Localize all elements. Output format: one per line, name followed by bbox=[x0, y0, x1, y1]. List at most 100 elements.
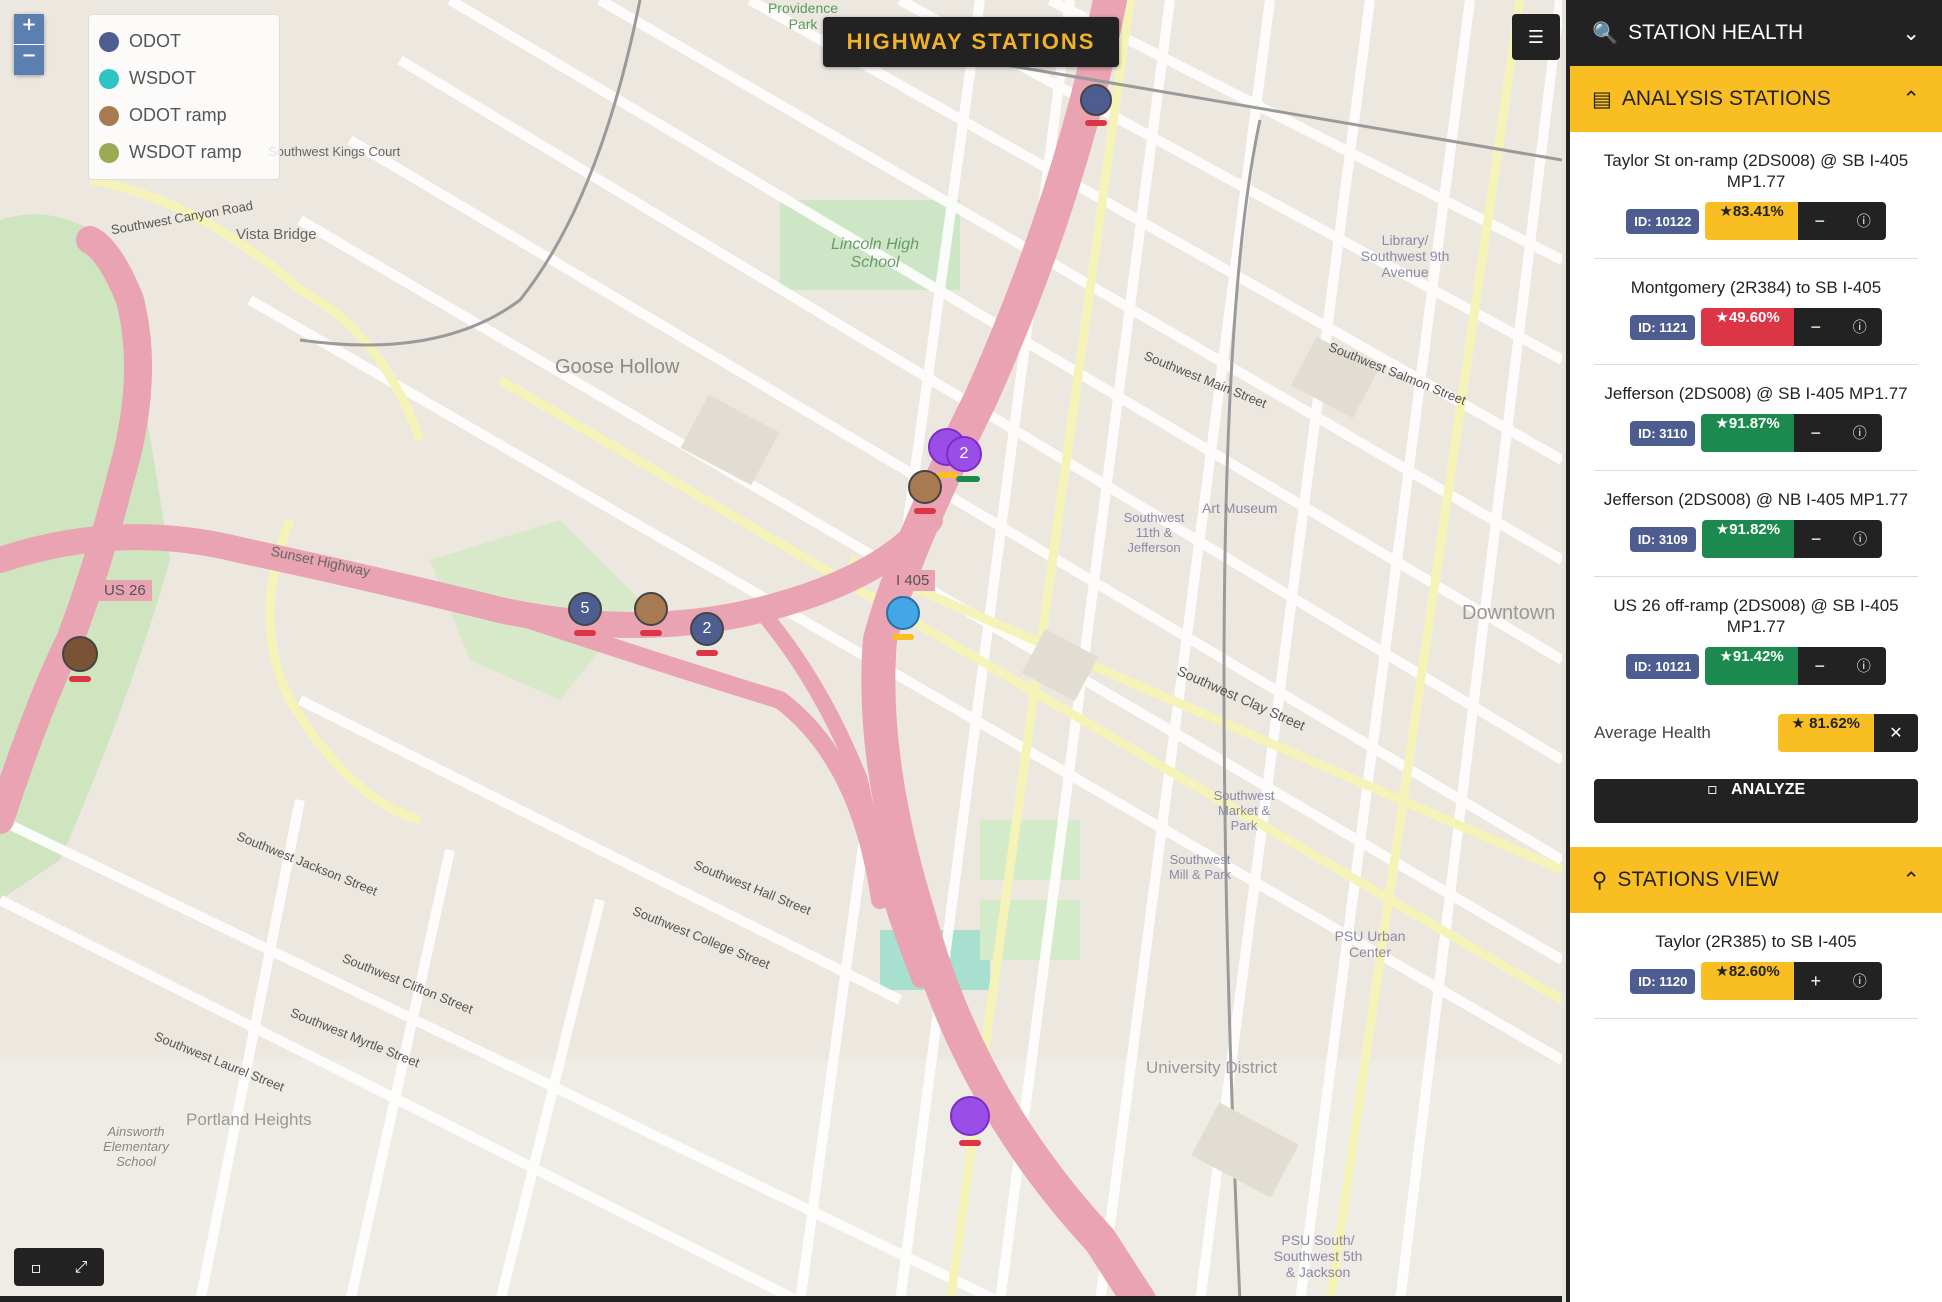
fullscreen-icon[interactable]: ⤢ bbox=[75, 1257, 88, 1277]
map-bottom-controls: ▫ ⤢ bbox=[14, 1248, 104, 1286]
legend-label: WSDOT bbox=[129, 68, 196, 88]
map-label-ainsworth: Ainsworth Elementary School bbox=[103, 1124, 169, 1169]
stations-view-header[interactable]: ⚲ STATIONS VIEW ⌃ bbox=[1570, 847, 1942, 913]
map-tiles[interactable] bbox=[0, 0, 1562, 1302]
station-info-button[interactable]: ⓘ bbox=[1838, 520, 1883, 558]
add-station-button[interactable]: + bbox=[1793, 962, 1838, 1000]
analysis-stations-title: ANALYSIS STATIONS bbox=[1621, 87, 1831, 110]
chevron-up-icon[interactable]: ⌃ bbox=[1902, 868, 1920, 892]
bottom-bar bbox=[0, 1296, 1562, 1302]
station-id-badge: ID: 10121 bbox=[1626, 653, 1700, 679]
remove-station-button[interactable]: − bbox=[1797, 647, 1842, 685]
info-icon: ⓘ bbox=[1856, 659, 1871, 675]
station-health-badge: ★91.87% bbox=[1701, 414, 1794, 452]
map-label-library: Library/ Southwest 9th Avenue bbox=[1360, 232, 1450, 280]
station-info-button[interactable]: ⓘ bbox=[1837, 962, 1882, 1000]
zoom-in-button[interactable]: + bbox=[14, 14, 44, 45]
average-health-label: Average Health bbox=[1594, 723, 1711, 742]
station-info-button[interactable]: ⓘ bbox=[1841, 647, 1886, 685]
station-health-badge: ★91.82% bbox=[1701, 520, 1795, 558]
map-label-jefferson: Southwest 11th & Jefferson bbox=[1123, 510, 1185, 555]
station-name: Jefferson (2DS008) @ SB I-405 MP1.77 bbox=[1604, 384, 1908, 403]
panel-header[interactable]: 🔍 STATION HEALTH ⌄ bbox=[1570, 0, 1942, 66]
map-label-university-district: University District bbox=[1146, 1058, 1278, 1077]
analysis-station-item: US 26 off-ramp (2DS008) @ SB I-405 MP1.7… bbox=[1594, 577, 1918, 703]
legend-label: ODOT ramp bbox=[129, 105, 227, 125]
station-name: Taylor (2R385) to SB I-405 bbox=[1655, 932, 1857, 951]
view-station-item: Taylor (2R385) to SB I-405 ID: 1120 ★82.… bbox=[1594, 913, 1918, 1019]
remove-station-button[interactable]: − bbox=[1793, 414, 1838, 452]
station-id-badge: ID: 1121 bbox=[1630, 314, 1696, 340]
analysis-stations-header[interactable]: ▤ ANALYSIS STATIONS ⌃ bbox=[1570, 66, 1942, 132]
station-health-value: 49.60% bbox=[1728, 309, 1780, 326]
star-icon: ★ bbox=[1719, 202, 1733, 220]
info-icon: ⓘ bbox=[1856, 214, 1871, 230]
station-name: Taylor St on-ramp (2DS008) @ SB I-405 MP… bbox=[1603, 151, 1909, 191]
legend-label: WSDOT ramp bbox=[129, 142, 242, 162]
remove-station-button[interactable]: − bbox=[1794, 520, 1839, 558]
average-health-value: 81.62% bbox=[1809, 715, 1860, 732]
map-label-kings-court: Southwest Kings Court bbox=[268, 144, 401, 159]
clear-analysis-button[interactable]: ✕ bbox=[1874, 714, 1918, 752]
legend-label: ODOT bbox=[129, 31, 181, 51]
station-id-badge: ID: 1120 bbox=[1630, 968, 1696, 994]
map-label-art-museum: Art Museum bbox=[1202, 500, 1278, 516]
info-icon: ⓘ bbox=[1852, 974, 1867, 990]
station-id-badge: ID: 3110 bbox=[1630, 420, 1696, 446]
station-info-button[interactable]: ⓘ bbox=[1837, 308, 1882, 346]
map-label-lincoln: Lincoln High School bbox=[830, 236, 920, 271]
station-info-button[interactable]: ⓘ bbox=[1837, 414, 1882, 452]
map-pin-icon: ⚲ bbox=[1592, 868, 1608, 892]
magnify-chart-icon: 🔍 bbox=[1592, 20, 1619, 45]
chevron-up-icon[interactable]: ⌃ bbox=[1902, 87, 1920, 111]
bar-chart-icon: ▤ bbox=[1592, 87, 1612, 111]
star-icon: ★ bbox=[1715, 962, 1729, 980]
station-health-value: 83.41% bbox=[1732, 203, 1784, 220]
legend-dot bbox=[99, 105, 119, 126]
average-health-row: Average Health ★ 81.62% ✕ bbox=[1594, 713, 1918, 753]
station-health-value: 91.42% bbox=[1732, 648, 1784, 665]
map-title: HIGHWAY STATIONS bbox=[823, 17, 1119, 67]
legend-item: ODOT bbox=[99, 23, 269, 60]
station-name: Montgomery (2R384) to SB I-405 bbox=[1630, 278, 1882, 297]
analysis-station-item: Taylor St on-ramp (2DS008) @ SB I-405 MP… bbox=[1594, 132, 1918, 259]
map-label-psu-south: PSU South/ Southwest 5th & Jackson bbox=[1273, 1232, 1363, 1280]
remove-station-button[interactable]: − bbox=[1793, 308, 1838, 346]
layer-list-button[interactable]: ☰ bbox=[1512, 14, 1560, 60]
list-icon: ☰ bbox=[1527, 27, 1545, 48]
zoom-out-button[interactable]: − bbox=[14, 45, 44, 75]
star-icon: ★ bbox=[1715, 520, 1730, 538]
station-health-badge: ★83.41% bbox=[1705, 202, 1798, 240]
map-label-vista-bridge: Vista Bridge bbox=[236, 226, 317, 243]
legend-dot bbox=[99, 68, 119, 89]
chart-icon[interactable]: ▫ bbox=[31, 1258, 42, 1277]
remove-station-button[interactable]: − bbox=[1797, 202, 1842, 240]
map-label-portland-heights: Portland Heights bbox=[186, 1110, 312, 1129]
info-icon: ⓘ bbox=[1852, 320, 1867, 336]
analysis-station-item: Jefferson (2DS008) @ NB I-405 MP1.77 ID:… bbox=[1594, 471, 1918, 577]
average-health-badge: ★ 81.62% bbox=[1777, 714, 1874, 752]
chevron-down-icon[interactable]: ⌄ bbox=[1902, 21, 1920, 45]
map-label-psu: PSU Urban Center bbox=[1334, 928, 1406, 960]
map-label-us26: US 26 bbox=[98, 580, 152, 601]
legend-item: ODOT ramp bbox=[99, 97, 269, 134]
map-legend: ODOT WSDOT ODOT ramp WSDOT ramp bbox=[88, 14, 280, 180]
star-icon: ★ bbox=[1719, 647, 1733, 665]
station-health-badge: ★82.60% bbox=[1701, 962, 1794, 1000]
map-label-goose-hollow: Goose Hollow bbox=[555, 356, 680, 378]
station-name: Jefferson (2DS008) @ NB I-405 MP1.77 bbox=[1603, 490, 1909, 509]
analyze-button[interactable]: ▫ ANALYZE bbox=[1594, 779, 1918, 823]
station-info-button[interactable]: ⓘ bbox=[1841, 202, 1886, 240]
analyze-label: ANALYZE bbox=[1731, 781, 1806, 798]
map-view[interactable]: Goose Hollow Lincoln High School Portlan… bbox=[0, 0, 1562, 1302]
panel-title: STATION HEALTH bbox=[1628, 21, 1804, 44]
analysis-station-item: Montgomery (2R384) to SB I-405 ID: 1121 … bbox=[1594, 259, 1918, 365]
map-label-market: Southwest Market & Park bbox=[1213, 788, 1275, 833]
map-label-i405: I 405 bbox=[890, 570, 936, 591]
station-health-value: 91.82% bbox=[1729, 521, 1781, 538]
station-id-badge: ID: 10122 bbox=[1626, 208, 1700, 234]
map-label-mill: Southwest Mill & Park bbox=[1168, 852, 1232, 882]
station-id-badge: ID: 3109 bbox=[1629, 526, 1696, 552]
zoom-control: + − bbox=[14, 14, 44, 75]
star-icon: ★ bbox=[1715, 414, 1729, 432]
